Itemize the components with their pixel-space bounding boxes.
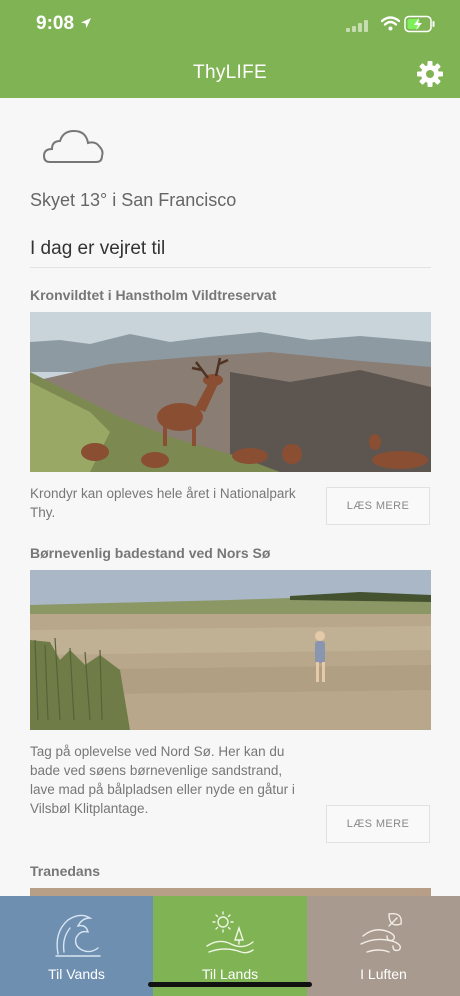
card-title[interactable]: Tranedans: [30, 863, 100, 879]
card-title[interactable]: Børnevenlig badestand ved Nors Sø: [30, 545, 270, 561]
divider: [30, 267, 431, 268]
cloud-icon: [42, 129, 104, 163]
today-heading: I dag er vejret til: [30, 238, 166, 259]
card-description: Tag på oplevelse ved Nord Sø. Her kan du…: [30, 744, 295, 816]
landscape-icon: [206, 911, 254, 954]
card-title[interactable]: Kronvildtet i Hanstholm Vildtreservat: [30, 287, 276, 303]
app-title: ThyLIFE: [193, 62, 267, 83]
status-bar: 9:08: [0, 0, 460, 50]
tab-til-lands[interactable]: Til Lands: [153, 896, 307, 996]
read-more-button[interactable]: LÆS MERE: [326, 805, 430, 843]
crane-image[interactable]: [30, 888, 431, 896]
tab-til-vands[interactable]: Til Vands: [0, 896, 153, 996]
location-arrow-icon: [81, 18, 91, 28]
tab-bar: Til Vands Til Lands I Luften: [0, 896, 460, 996]
wind-leaf-icon: [359, 913, 402, 953]
read-more-button[interactable]: LÆS MERE: [326, 487, 430, 525]
weather-summary: Skyet 13° i San Francisco: [30, 190, 237, 210]
main-content[interactable]: Skyet 13° i San Francisco I dag er vejre…: [0, 98, 460, 896]
tab-i-luften[interactable]: I Luften: [307, 896, 460, 996]
home-indicator: [148, 982, 312, 987]
status-time: 9:08: [36, 13, 75, 34]
nav-bar: ThyLIFE: [0, 50, 460, 98]
tab-label: I Luften: [360, 966, 407, 982]
wifi-icon: [381, 16, 400, 31]
tab-label: Til Lands: [201, 966, 259, 982]
deer-image[interactable]: [30, 312, 431, 472]
lake-image[interactable]: [30, 570, 431, 730]
signal-icon: [346, 20, 368, 32]
gear-icon[interactable]: [416, 60, 444, 88]
wave-icon: [54, 914, 101, 957]
card-description: Krondyr kan opleves hele året i National…: [30, 486, 296, 520]
battery-charging-icon: [404, 15, 435, 33]
tab-label: Til Vands: [48, 966, 105, 982]
